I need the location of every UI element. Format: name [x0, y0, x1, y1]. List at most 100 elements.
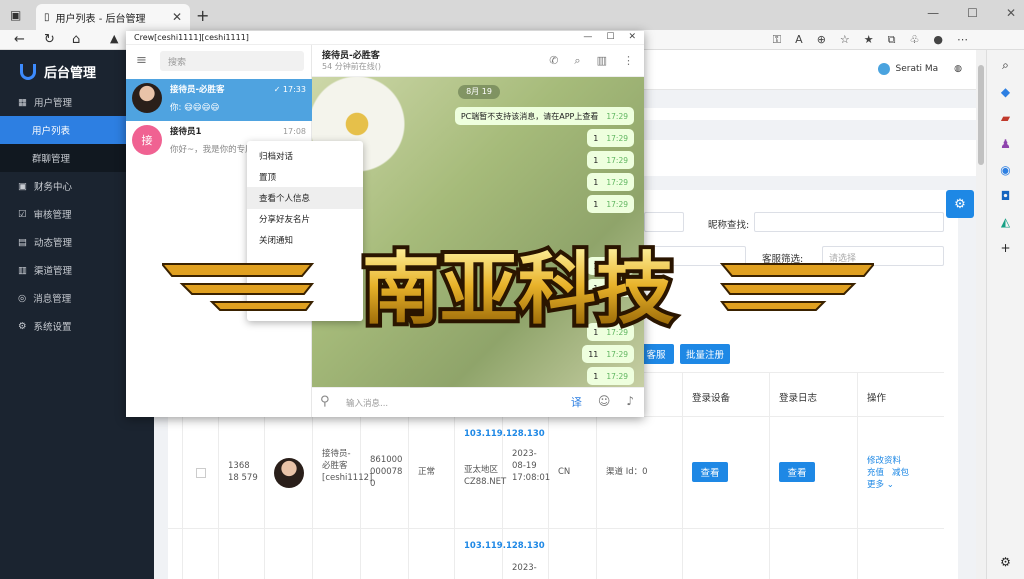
message-composer: ⚲ 输入消息... 译 ☺ ♪ [312, 387, 644, 417]
row-checkbox[interactable] [196, 468, 206, 478]
chat-header-actions: ✆ ⌕ ▥ ⋮ [549, 54, 634, 68]
message-input[interactable]: 输入消息... [346, 397, 388, 409]
collections-icon[interactable]: ⧉ [888, 33, 896, 47]
maximize-icon[interactable]: ☐ [967, 6, 978, 20]
tab-title: 用户列表 - 后台管理 [55, 13, 146, 25]
message-text: 11 [588, 349, 599, 359]
close-icon[interactable]: ✕ [628, 32, 636, 42]
cell-ip: 103.119.128.130 [464, 540, 545, 552]
search-input[interactable]: 搜索 [160, 51, 304, 71]
cell-phone: 861000 000078 0 [370, 455, 403, 489]
menu-label: 渠道管理 [33, 266, 72, 277]
message-text: 1 [593, 177, 599, 187]
microphone-icon[interactable]: ♪ [626, 394, 634, 410]
more-icon[interactable]: ⋮ [623, 54, 634, 68]
attach-icon[interactable]: ⚲ [320, 394, 330, 409]
edit-profile-link[interactable]: 修改资料 [867, 454, 901, 466]
filter-input[interactable] [644, 212, 684, 232]
globe-icon[interactable]: ◍ [954, 64, 962, 74]
nickname-input[interactable] [754, 212, 944, 232]
add-icon[interactable]: + [1000, 241, 1010, 255]
profile-icon[interactable]: ● [933, 33, 943, 47]
cell-country: CN [558, 467, 571, 477]
read-aloud-icon[interactable]: A [795, 33, 803, 47]
menu-pin[interactable]: 置顶 [247, 166, 363, 188]
view-device-button[interactable]: 查看 [692, 462, 728, 482]
maximize-icon[interactable]: ☐ [606, 32, 614, 42]
edge-sidebar: ⌕ ◆ ▰ ♟ ◉ ◘ ◭ + ⚙ [986, 50, 1024, 579]
close-window-icon[interactable]: ✕ [1006, 6, 1016, 20]
zoom-icon[interactable]: ⊕ [817, 33, 826, 47]
recharge-link[interactable]: 充值 [867, 466, 884, 478]
search-icon[interactable]: ⌕ [1002, 58, 1009, 73]
watermark-banner: 南亚科技 南亚科技 [162, 241, 874, 339]
message-text: 1 [593, 199, 599, 209]
office-icon[interactable]: ◉ [1000, 163, 1010, 177]
avatar [877, 63, 890, 75]
message-time: 17:29 [606, 177, 628, 187]
message-time: 17:29 [606, 371, 628, 381]
menu-archive[interactable]: 归档对话 [247, 145, 363, 167]
back-icon[interactable]: ← [14, 32, 25, 47]
tab-actions-icon[interactable]: ▣ [10, 8, 21, 22]
toolbox-icon[interactable]: ▰ [1001, 111, 1010, 125]
conversation-preview: 你: 😄😄😄😄 [170, 103, 220, 113]
cell-ip: 103.119.128.130 [464, 428, 545, 440]
left-wing-icon [162, 263, 315, 311]
minimize-icon[interactable]: — [927, 6, 939, 20]
close-tab-icon[interactable]: ✕ [172, 10, 182, 24]
batch-register-button[interactable]: 批量注册 [680, 344, 730, 364]
menu-view-profile[interactable]: 查看个人信息 [247, 187, 363, 209]
message-bubble[interactable]: 1 17:29 [587, 367, 634, 385]
message-text: 1 [593, 371, 599, 381]
scrollbar[interactable] [976, 50, 986, 579]
reload-icon[interactable]: ↻ [44, 32, 55, 47]
view-log-button[interactable]: 查看 [779, 462, 815, 482]
message-time: 17:29 [606, 199, 628, 209]
tag-icon[interactable]: ◆ [1001, 85, 1010, 99]
scroll-thumb[interactable] [978, 65, 984, 165]
favorite-icon[interactable]: ☆ [840, 33, 850, 47]
search-icon[interactable]: ⌕ [574, 54, 580, 68]
message-bubble[interactable]: 11 17:29 [582, 345, 634, 363]
conversation-preview: 你好~，我是你的专属 [170, 145, 254, 155]
message-bubble[interactable]: PC端暂不支持该消息，请在APP上查看 17:29 [454, 107, 634, 125]
more-link[interactable]: 更多 ⌄ [867, 478, 894, 490]
message-bubble[interactable]: 1 17:29 [587, 129, 634, 147]
user-menu[interactable]: Serati Ma ◍ [877, 63, 962, 75]
composer-actions: 译 ☺ ♪ [571, 394, 634, 410]
minimize-icon[interactable]: — [583, 32, 592, 42]
warning-icon[interactable]: ▲ [110, 32, 118, 45]
settings-gear-button[interactable]: ⚙ [946, 190, 974, 218]
channel-icon: ▥ [18, 264, 27, 276]
sidebar-toggle-icon[interactable]: ▥ [597, 54, 607, 68]
message-bubble[interactable]: 1 17:29 [587, 173, 634, 191]
page-icon: ▯ [44, 11, 50, 23]
new-tab-button[interactable]: + [196, 6, 209, 25]
translate-icon[interactable]: 译 [571, 394, 582, 410]
favorites-icon[interactable]: ★ [864, 33, 874, 47]
cell-id: 1368 18 579 [228, 461, 258, 483]
people-icon[interactable]: ♟ [1000, 137, 1011, 151]
deduct-link[interactable]: 减包 [892, 466, 909, 478]
outlook-icon[interactable]: ◘ [1001, 189, 1011, 203]
more-icon[interactable]: ⋯ [957, 33, 968, 47]
emoji-icon[interactable]: ☺ [598, 394, 611, 410]
message-bubble[interactable]: 1 17:29 [587, 195, 634, 213]
gear-icon: ⚙ [18, 320, 27, 332]
extensions-icon[interactable]: ♧ [910, 33, 920, 47]
key-icon[interactable]: ⚿ [773, 33, 781, 47]
table-border [168, 528, 944, 529]
browser-tab[interactable]: ▯ 用户列表 - 后台管理 ✕ [36, 4, 190, 30]
message-bubble[interactable]: 1 17:29 [587, 151, 634, 169]
col-divider [769, 372, 770, 579]
menu-share-contact[interactable]: 分享好友名片 [247, 208, 363, 230]
cell-time: 2023-08-19 17:08:01 [512, 449, 551, 483]
settings-icon[interactable]: ⚙ [1000, 555, 1011, 569]
home-icon[interactable]: ⌂ [72, 32, 80, 47]
message-time: 17:29 [606, 133, 628, 143]
menu-icon[interactable]: ≡ [136, 53, 147, 68]
designer-icon[interactable]: ◭ [1001, 215, 1010, 229]
conversation-item[interactable]: 接待员-必胜客 你: 😄😄😄😄 ✓ 17:33 [126, 79, 312, 121]
phone-icon[interactable]: ✆ [549, 54, 558, 68]
